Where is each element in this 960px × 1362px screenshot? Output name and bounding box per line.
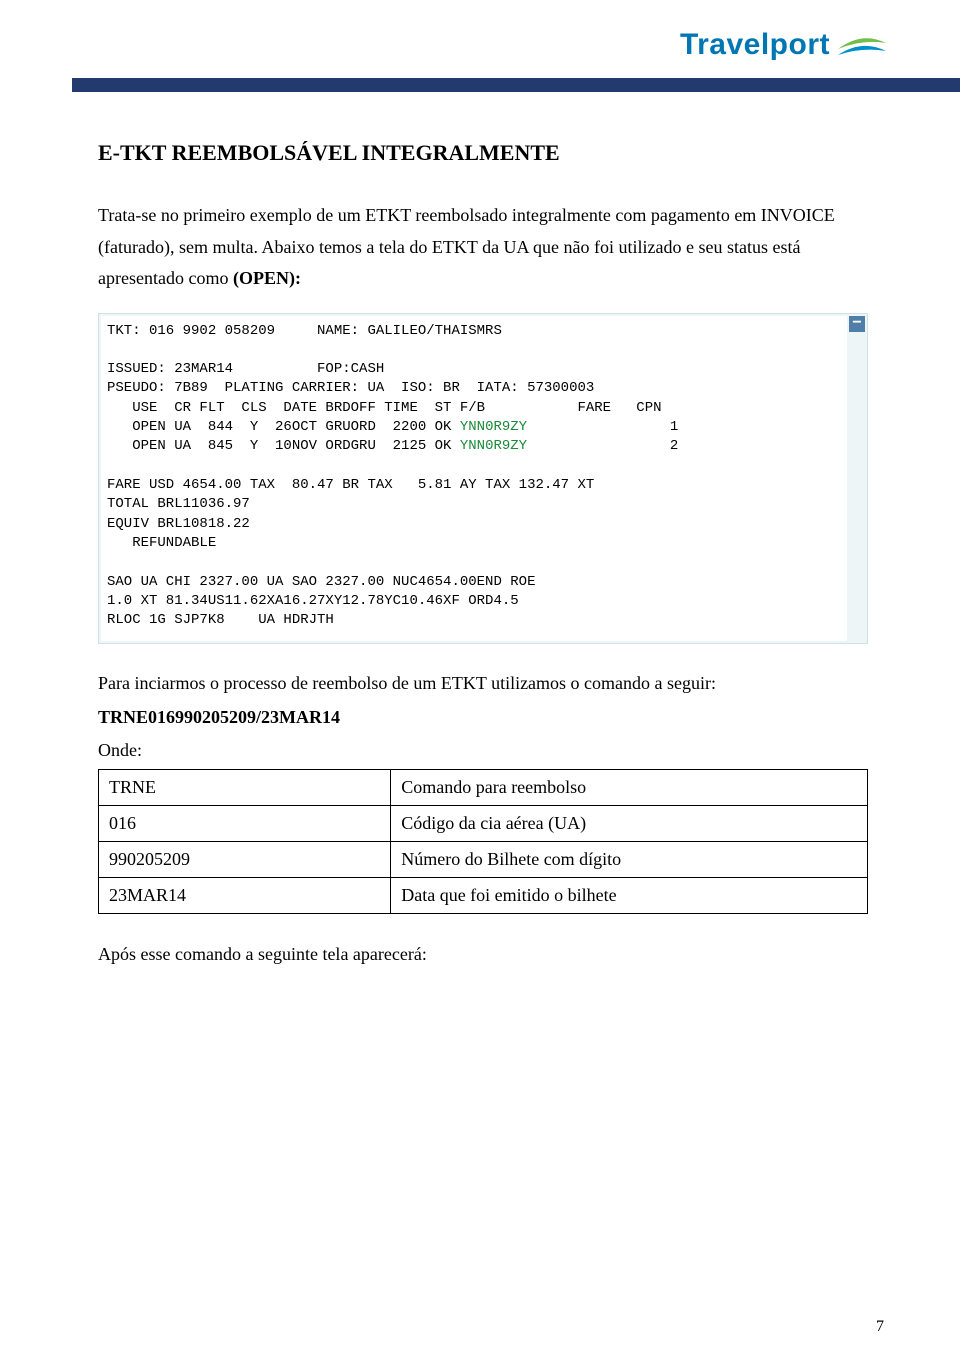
scroll-minus-icon[interactable]: − (849, 316, 865, 332)
terminal-panel: − TKT: 016 9902 058209 NAME: GALILEO/THA… (98, 313, 868, 644)
page-header: Travelport (0, 0, 960, 100)
page-title: E-TKT REEMBOLSÁVEL INTEGRALMENTE (98, 140, 868, 166)
intro-text: Trata-se no primeiro exemplo de um ETKT … (98, 205, 835, 288)
intro-paragraph: Trata-se no primeiro exemplo de um ETKT … (98, 200, 868, 295)
def-val: Data que foi emitido o bilhete (391, 878, 868, 914)
def-key: TRNE (99, 770, 391, 806)
table-row: TRNE Comando para reembolso (99, 770, 868, 806)
definition-table: TRNE Comando para reembolso 016 Código d… (98, 769, 868, 914)
terminal-output: TKT: 016 9902 058209 NAME: GALILEO/THAIS… (101, 316, 847, 641)
page-number: 7 (876, 1318, 884, 1336)
after-paragraph: Após esse comando a seguinte tela aparec… (98, 944, 868, 965)
intro-bold: (OPEN): (233, 268, 301, 288)
command-line: TRNE016990205209/23MAR14 (98, 707, 868, 728)
page-content: E-TKT REEMBOLSÁVEL INTEGRALMENTE Trata-s… (0, 140, 960, 965)
table-row: 016 Código da cia aérea (UA) (99, 806, 868, 842)
table-row: 990205209 Número do Bilhete com dígito (99, 842, 868, 878)
def-key: 23MAR14 (99, 878, 391, 914)
travelport-logo: Travelport (680, 28, 888, 62)
onde-label: Onde: (98, 740, 868, 761)
def-key: 016 (99, 806, 391, 842)
para-command-intro: Para inciarmos o processo de reembolso d… (98, 668, 868, 700)
def-key: 990205209 (99, 842, 391, 878)
header-bar (72, 78, 960, 92)
def-val: Código da cia aérea (UA) (391, 806, 868, 842)
table-row: 23MAR14 Data que foi emitido o bilhete (99, 878, 868, 914)
logo-swoosh-icon (836, 29, 888, 61)
def-val: Comando para reembolso (391, 770, 868, 806)
logo-text: Travelport (680, 28, 830, 62)
def-val: Número do Bilhete com dígito (391, 842, 868, 878)
